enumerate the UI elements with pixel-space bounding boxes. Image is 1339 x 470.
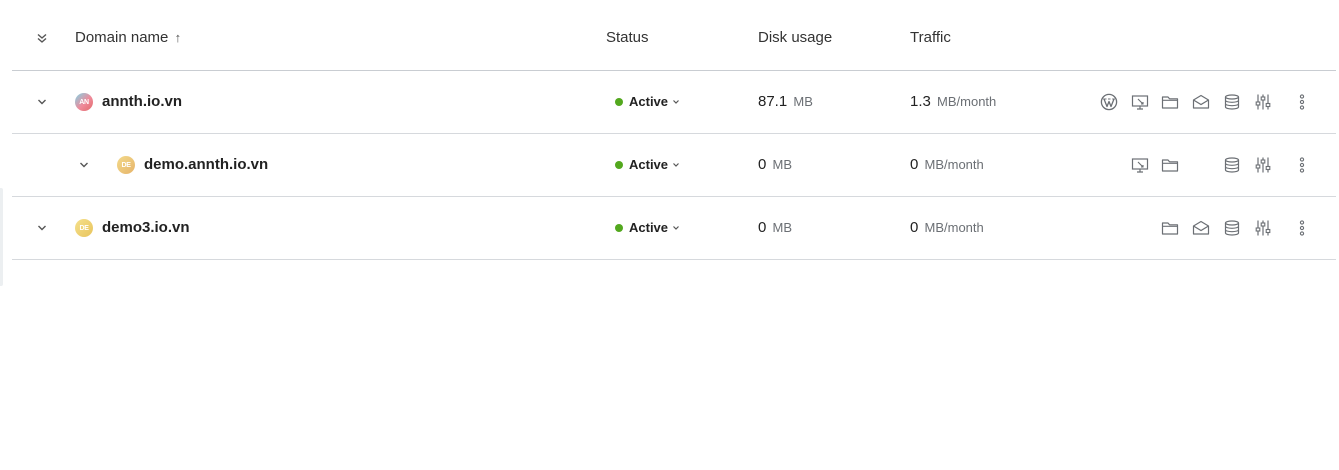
- website-preview-icon: [1131, 158, 1149, 173]
- disk-usage-unit: MB: [772, 220, 793, 235]
- folder-icon: [1161, 222, 1179, 235]
- database-icon: [1224, 220, 1240, 236]
- status-label: Active: [629, 94, 669, 109]
- traffic-unit: MB/month: [924, 157, 984, 172]
- domain-name-link[interactable]: annth.io.vn: [102, 92, 182, 112]
- domain-avatar: AN: [75, 93, 93, 111]
- database-button[interactable]: [1221, 217, 1243, 239]
- status-active-dot: [615, 98, 623, 106]
- website-preview-button[interactable]: [1129, 154, 1151, 176]
- status-dropdown[interactable]: Active: [615, 93, 680, 111]
- settings-sliders-icon: [1255, 157, 1271, 173]
- more-actions-button[interactable]: [1291, 154, 1313, 176]
- settings-button[interactable]: [1252, 217, 1274, 239]
- chevron-down-icon: [672, 98, 680, 106]
- disk-usage-unit: MB: [793, 94, 813, 109]
- row-expand-button[interactable]: [32, 218, 52, 238]
- status-label: Active: [629, 220, 669, 235]
- row-expand-button[interactable]: [32, 92, 52, 112]
- folder-icon: [1161, 159, 1179, 172]
- wordpress-button[interactable]: [1098, 91, 1120, 113]
- wordpress-icon: [1100, 93, 1118, 111]
- column-header-domain-name[interactable]: Domain name ↑: [75, 28, 181, 48]
- table-row: DE demo3.io.vn Active 0 MB 0 MB/month: [12, 197, 1336, 260]
- traffic-number: 0: [910, 219, 919, 236]
- database-icon: [1224, 94, 1240, 110]
- settings-sliders-icon: [1255, 94, 1271, 110]
- settings-sliders-icon: [1255, 220, 1271, 236]
- settings-button[interactable]: [1252, 154, 1274, 176]
- mail-icon: [1192, 220, 1210, 235]
- database-button[interactable]: [1221, 91, 1243, 113]
- double-chevron-down-icon: [37, 33, 47, 43]
- status-active-dot: [615, 224, 623, 232]
- column-header-traffic: Traffic: [910, 29, 951, 46]
- status-label: Active: [629, 157, 669, 172]
- more-icon: [1299, 94, 1305, 110]
- column-header-disk-usage: Disk usage: [758, 29, 833, 46]
- file-manager-button[interactable]: [1159, 217, 1181, 239]
- chevron-down-icon: [80, 162, 88, 168]
- disk-usage-number: 0: [758, 219, 767, 236]
- traffic-value: 0 MB/month: [910, 155, 984, 175]
- mail-button[interactable]: [1190, 91, 1212, 113]
- table-header: Domain name ↑ Status Disk usage Traffic: [12, 0, 1336, 71]
- chevron-down-icon: [672, 161, 680, 169]
- disk-usage-value: 87.1 MB: [758, 92, 813, 112]
- disk-usage-value: 0 MB: [758, 218, 792, 238]
- table-row: AN annth.io.vn Active 87.1 MB 1.3 MB/mon…: [12, 71, 1336, 134]
- traffic-unit: MB/month: [937, 94, 997, 109]
- disk-usage-value: 0 MB: [758, 155, 792, 175]
- database-icon: [1224, 157, 1240, 173]
- more-icon: [1299, 220, 1305, 236]
- traffic-number: 1.3: [910, 93, 931, 110]
- domain-name-link[interactable]: demo3.io.vn: [102, 218, 190, 238]
- more-actions-button[interactable]: [1291, 91, 1313, 113]
- status-active-dot: [615, 161, 623, 169]
- file-manager-button[interactable]: [1159, 91, 1181, 113]
- domains-table: Domain name ↑ Status Disk usage Traffic …: [12, 0, 1336, 260]
- expand-all-button[interactable]: [32, 28, 52, 48]
- traffic-value: 0 MB/month: [910, 218, 984, 238]
- more-icon: [1299, 157, 1305, 173]
- disk-usage-number: 0: [758, 156, 767, 173]
- domain-avatar: DE: [75, 219, 93, 237]
- table-row: DE demo.annth.io.vn Active 0 MB 0 MB/mon…: [12, 134, 1336, 197]
- row-expand-button[interactable]: [74, 155, 94, 175]
- website-preview-button[interactable]: [1129, 91, 1151, 113]
- status-dropdown[interactable]: Active: [615, 219, 680, 237]
- settings-button[interactable]: [1252, 91, 1274, 113]
- left-edge-handle: [0, 188, 3, 286]
- traffic-number: 0: [910, 156, 919, 173]
- disk-usage-unit: MB: [772, 157, 793, 172]
- column-header-status: Status: [606, 29, 649, 46]
- sort-ascending-icon: ↑: [174, 30, 182, 45]
- domain-name-link[interactable]: demo.annth.io.vn: [144, 155, 268, 175]
- column-header-domain-name-label: Domain name: [75, 29, 169, 46]
- chevron-down-icon: [38, 225, 46, 231]
- chevron-down-icon: [38, 99, 46, 105]
- website-preview-icon: [1131, 95, 1149, 110]
- database-button[interactable]: [1221, 154, 1243, 176]
- traffic-unit: MB/month: [924, 220, 984, 235]
- mail-button[interactable]: [1190, 217, 1212, 239]
- traffic-value: 1.3 MB/month: [910, 92, 996, 112]
- chevron-down-icon: [672, 224, 680, 232]
- disk-usage-number: 87.1: [758, 93, 788, 110]
- file-manager-button[interactable]: [1159, 154, 1181, 176]
- status-dropdown[interactable]: Active: [615, 156, 680, 174]
- folder-icon: [1161, 96, 1179, 109]
- more-actions-button[interactable]: [1291, 217, 1313, 239]
- mail-icon: [1192, 94, 1210, 109]
- domain-avatar: DE: [117, 156, 135, 174]
